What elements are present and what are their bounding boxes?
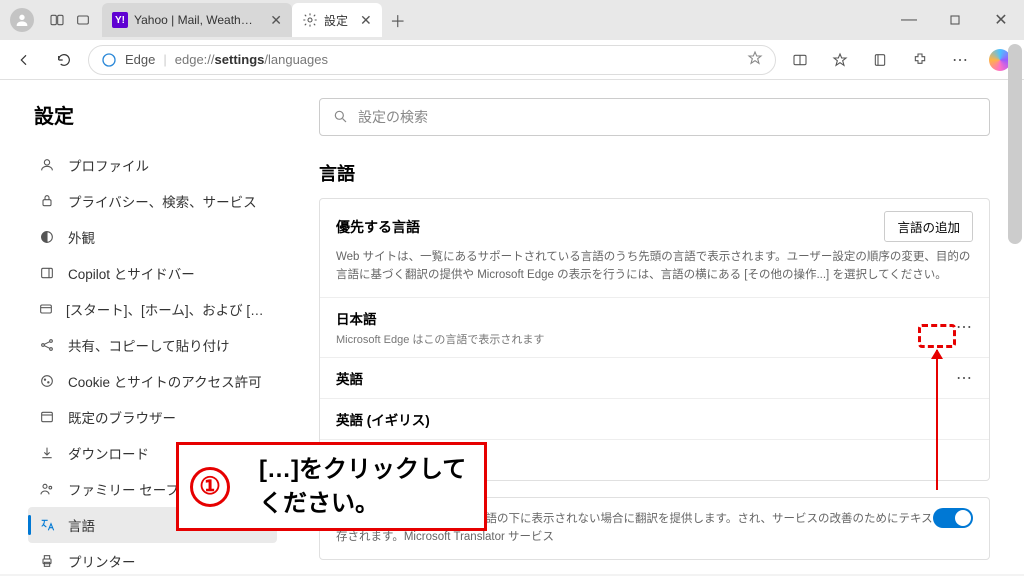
language-name: 英語 (アメリカ合衆国): [336, 450, 470, 470]
refresh-button[interactable]: [48, 44, 80, 76]
edge-icon: [101, 52, 117, 68]
sidebar-item-printers[interactable]: プリンター: [28, 543, 277, 574]
close-tab-icon[interactable]: ✕: [360, 12, 372, 29]
language-sub: Microsoft Edge はこの言語で表示されます: [336, 331, 544, 347]
preferred-languages-desc: Web サイトは、一覧にあるサポートされている言語のうち先頭の言語で表示されます…: [320, 248, 989, 297]
language-name: 英語: [336, 368, 363, 388]
sidebar-item-family[interactable]: ファミリー セーフティ: [28, 471, 277, 507]
download-icon: [38, 445, 56, 461]
workspaces-icon[interactable]: [44, 12, 70, 28]
tab-icon: [38, 301, 54, 317]
sidebar-item-languages[interactable]: 言語: [28, 507, 277, 543]
browser-toolbar: Edge | edge://settings/languages ⋯: [0, 40, 1024, 80]
back-button[interactable]: [8, 44, 40, 76]
tab-actions-icon[interactable]: [70, 12, 96, 28]
sidebar-item-downloads[interactable]: ダウンロード: [28, 435, 277, 471]
minimize-button[interactable]: ―: [886, 0, 932, 40]
sidebar-item-start[interactable]: [スタート]、[ホーム]、および [新規] タブ: [28, 291, 277, 327]
language-row-english: 英語 ⋯: [320, 357, 989, 398]
settings-page: 設定 プロファイル プライバシー、検索、サービス 外観 Copilot とサイド…: [0, 80, 1024, 574]
translate-desc: し、検出された言語が優先言語の下に表示されない場合に翻訳を提供します。され、サー…: [336, 510, 973, 547]
close-window-button[interactable]: ✕: [978, 0, 1024, 40]
sidebar-item-appearance[interactable]: 外観: [28, 219, 277, 255]
split-screen-icon[interactable]: [784, 44, 816, 76]
language-more-icon[interactable]: ⋯: [956, 368, 973, 388]
language-row-english-us: 英語 (アメリカ合衆国) ⋯: [320, 439, 989, 480]
sidebar-title: 設定: [34, 100, 277, 129]
language-row-japanese: 日本語 Microsoft Edge はこの言語で表示されます ⋯: [320, 297, 989, 357]
family-icon: [38, 481, 56, 497]
favorite-icon[interactable]: [747, 50, 763, 69]
settings-content: 設定の検索 言語 優先する言語 言語の追加 Web サイトは、一覧にあるサポート…: [285, 80, 1024, 574]
preferred-languages-title: 優先する言語: [336, 217, 420, 237]
language-name: 日本語: [336, 308, 544, 328]
language-more-icon[interactable]: ⋯: [956, 317, 973, 337]
browser-tab-settings[interactable]: 設定 ✕: [292, 3, 382, 37]
sidebar-item-share[interactable]: 共有、コピーして貼り付け: [28, 327, 277, 363]
window-titlebar: Y! Yahoo | Mail, Weather, Search, Po ✕ 設…: [0, 0, 1024, 40]
tab-label: 設定: [324, 12, 348, 29]
gear-favicon-icon: [302, 12, 318, 28]
profile-avatar[interactable]: [10, 8, 34, 32]
collections-icon[interactable]: [864, 44, 896, 76]
extensions-icon[interactable]: [904, 44, 936, 76]
translate-card: し、検出された言語が優先言語の下に表示されない場合に翻訳を提供します。され、サー…: [319, 497, 990, 560]
sidebar-item-privacy[interactable]: プライバシー、検索、サービス: [28, 183, 277, 219]
sidebar-icon: [38, 265, 56, 281]
language-icon: [38, 517, 56, 533]
search-icon: [332, 108, 348, 127]
sidebar-item-default-browser[interactable]: 既定のブラウザー: [28, 399, 277, 435]
browser-tab-yahoo[interactable]: Y! Yahoo | Mail, Weather, Search, Po ✕: [102, 3, 292, 37]
settings-sidebar: 設定 プロファイル プライバシー、検索、サービス 外観 Copilot とサイド…: [0, 80, 285, 574]
yahoo-favicon-icon: Y!: [112, 12, 128, 28]
appearance-icon: [38, 229, 56, 245]
close-tab-icon[interactable]: ✕: [270, 12, 282, 29]
lock-icon: [38, 193, 56, 209]
language-row-english-uk: 英語 (イギリス) ⋯: [320, 398, 989, 439]
more-menu-icon[interactable]: ⋯: [944, 44, 976, 76]
sidebar-item-cookies[interactable]: Cookie とサイトのアクセス許可: [28, 363, 277, 399]
preferred-languages-card: 優先する言語 言語の追加 Web サイトは、一覧にあるサポートされている言語のう…: [319, 198, 990, 481]
sidebar-item-copilot[interactable]: Copilot とサイドバー: [28, 255, 277, 291]
browser-icon: [38, 409, 56, 425]
favorites-icon[interactable]: [824, 44, 856, 76]
tab-label: Yahoo | Mail, Weather, Search, Po: [134, 13, 258, 27]
add-language-button[interactable]: 言語の追加: [884, 211, 973, 242]
translate-toggle[interactable]: [933, 508, 973, 528]
cookie-icon: [38, 373, 56, 389]
new-tab-button[interactable]: ＋: [382, 8, 414, 32]
language-name: 英語 (イギリス): [336, 409, 430, 429]
address-url: edge://settings/languages: [175, 52, 328, 67]
profile-icon: [38, 157, 56, 173]
search-placeholder: 設定の検索: [358, 107, 428, 127]
printer-icon: [38, 553, 56, 569]
settings-search-input[interactable]: 設定の検索: [319, 98, 990, 136]
sidebar-item-profile[interactable]: プロファイル: [28, 147, 277, 183]
share-icon: [38, 337, 56, 353]
maximize-button[interactable]: [932, 0, 978, 40]
address-bar[interactable]: Edge | edge://settings/languages: [88, 45, 776, 75]
section-title-languages: 言語: [319, 160, 990, 186]
address-brand: Edge: [125, 52, 155, 67]
